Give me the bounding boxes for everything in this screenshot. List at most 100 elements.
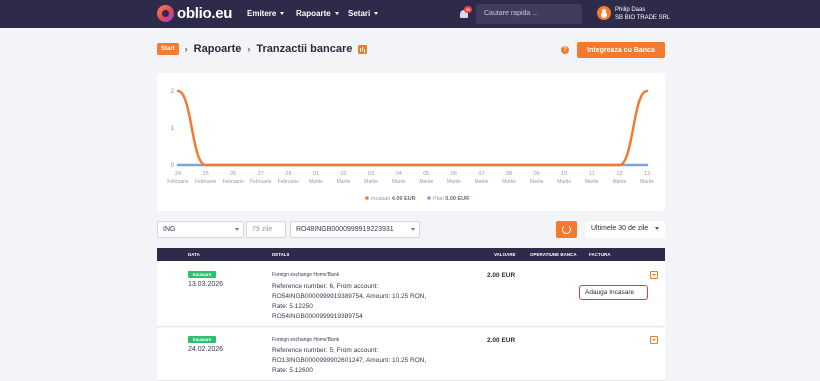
period-select[interactable]: Ultimele 30 de zile (585, 221, 665, 238)
chevron-down-icon (334, 12, 339, 15)
nav-rapoarte[interactable]: Rapoarte (296, 9, 339, 18)
x-tick-label: Martie (557, 179, 571, 185)
nav-rapoarte-label: Rapoarte (296, 9, 331, 18)
refresh-button[interactable] (556, 221, 577, 238)
breadcrumb-section[interactable]: Rapoarte (194, 43, 242, 55)
chart-icon[interactable] (358, 44, 368, 54)
x-tick-label: 27 (258, 171, 264, 177)
x-tick-label: 25 (203, 171, 209, 177)
nav-emitere[interactable]: Emitere (247, 9, 285, 18)
row-title: Foreign exchange Home'Bank (272, 272, 340, 278)
dropdown-menu-icon[interactable] (650, 336, 658, 344)
x-tick-label: 11 (589, 171, 595, 177)
days-field-value: 79 zile (252, 226, 273, 233)
bank-select-value: ING (163, 226, 176, 233)
row-detail-line: Rate: 5.12600 (272, 367, 313, 374)
x-tick-label: Martie (475, 179, 489, 185)
x-tick-label: Martie (640, 179, 654, 185)
breadcrumb-start[interactable]: Start (157, 43, 179, 55)
x-tick-label: 28 (285, 171, 291, 177)
x-tick-label: 01 (313, 171, 319, 177)
iban-select[interactable]: RO48INGB0000999919223931 (290, 221, 420, 238)
x-tick-label: Martie (392, 179, 406, 185)
iban-select-value: RO48INGB0000999919223931 (296, 226, 394, 233)
row-detail-line: RO54INGB0000999919389754 (272, 313, 363, 320)
legend-total: 0.00 EUR (445, 196, 469, 202)
dropdown-menu-icon[interactable] (650, 271, 658, 279)
x-tick-label: Martie (309, 179, 323, 185)
y-tick-label: 0 (171, 163, 175, 169)
x-tick-label: Martie (364, 179, 378, 185)
nav-setari[interactable]: Setari (348, 9, 379, 18)
header-bank-operation[interactable]: OPERATIUNE BANCA (530, 252, 577, 257)
notification-count-badge: 99 (464, 6, 472, 13)
x-tick-label: 06 (451, 171, 457, 177)
x-tick-label: 24 (175, 171, 181, 177)
x-tick-label: 08 (506, 171, 512, 177)
header-date[interactable]: DATA (188, 252, 200, 257)
x-tick-label: 26 (230, 171, 236, 177)
x-tick-label: Februarie (250, 179, 272, 185)
breadcrumb: Start › Rapoarte › Tranzactii bancare (157, 43, 368, 55)
integrate-bank-button[interactable]: Integreaza cu Banca (577, 42, 665, 58)
help-icon[interactable]: ? (561, 46, 569, 54)
chart-card: 0 1 2 24 Februarie 25 Februarie 26 Februarie 27 Fe… (157, 73, 665, 211)
row-detail-line: Reference number: 5, From account: (272, 347, 379, 354)
table-row: Incasare 24.02.2026 Foreign exchange Hom… (157, 328, 665, 381)
legend-label: Incasari 4.00 EUR (371, 196, 416, 202)
x-tick-label: Februarie (222, 179, 244, 185)
x-tick-label: 09 (534, 171, 540, 177)
row-detail-line: Reference number: 6, From account: (272, 283, 379, 290)
x-tick-label: Februarie (167, 179, 189, 185)
row-detail-line: Rate: 5.12250 (272, 303, 313, 310)
x-tick-label: Martie (612, 179, 626, 185)
x-tick-label: Martie (530, 179, 544, 185)
legend-total: 4.00 EUR (392, 196, 416, 202)
x-tick-label: 10 (561, 171, 567, 177)
chevron-down-icon (235, 228, 239, 231)
series-line-incasari (176, 89, 649, 167)
row-value: 2.00 EUR (487, 337, 516, 344)
x-tick-label: 05 (423, 171, 429, 177)
x-tick-label: 12 (616, 171, 622, 177)
bank-select[interactable]: ING (157, 221, 244, 238)
header-value[interactable]: VALOARE (494, 252, 516, 257)
search-input[interactable]: Cautare rapida ... (476, 4, 582, 24)
x-tick-label: Martie (337, 179, 351, 185)
legend-marker (427, 196, 431, 200)
chevron-down-icon (655, 227, 659, 230)
period-select-value: Ultimele 30 de zile (591, 225, 649, 232)
x-tick-label: 02 (340, 171, 346, 177)
chevron-down-icon (280, 12, 285, 15)
x-tick-label: Martie (585, 179, 599, 185)
status-badge: Incasare (188, 336, 216, 343)
logo[interactable]: oblio.eu (157, 5, 232, 22)
chevron-right-icon: › (184, 44, 188, 54)
add-income-label: Adauga Incasare (585, 289, 635, 296)
days-field[interactable]: 79 zile (246, 221, 286, 238)
row-date: 24.02.2026 (188, 346, 224, 353)
x-tick-label: 03 (368, 171, 374, 177)
add-income-menu-item[interactable]: Adauga Incasare (579, 285, 648, 300)
y-tick-label: 1 (171, 126, 175, 132)
x-tick-label: Februarie (195, 179, 217, 185)
x-tick-label: 13 (644, 171, 650, 177)
row-value: 2.00 EUR (487, 272, 516, 279)
logo-icon (157, 5, 174, 22)
status-badge: Incasare (188, 271, 216, 278)
header-invoice[interactable]: FACTURA (589, 252, 611, 257)
table-header: DATA DETALII VALOARE OPERATIUNE BANCA FA… (157, 248, 665, 261)
notifications-bell-icon[interactable]: 99 (459, 6, 472, 20)
user-name[interactable]: Philip Daas (615, 7, 645, 13)
integrate-bank-label: Integreaza cu Banca (587, 46, 655, 54)
user-company[interactable]: SB BIO TRADE SRL (615, 15, 670, 21)
y-tick-label: 2 (171, 89, 175, 95)
x-tick-label: 04 (396, 171, 402, 177)
row-date: 13.03.2026 (188, 281, 224, 288)
header-details[interactable]: DETALII (272, 252, 289, 257)
chevron-right-icon: › (247, 44, 251, 54)
legend-marker (365, 196, 369, 200)
x-tick-label: Martie (419, 179, 433, 185)
logo-text: oblio.eu (177, 5, 233, 22)
user-avatar-icon[interactable] (597, 6, 611, 20)
